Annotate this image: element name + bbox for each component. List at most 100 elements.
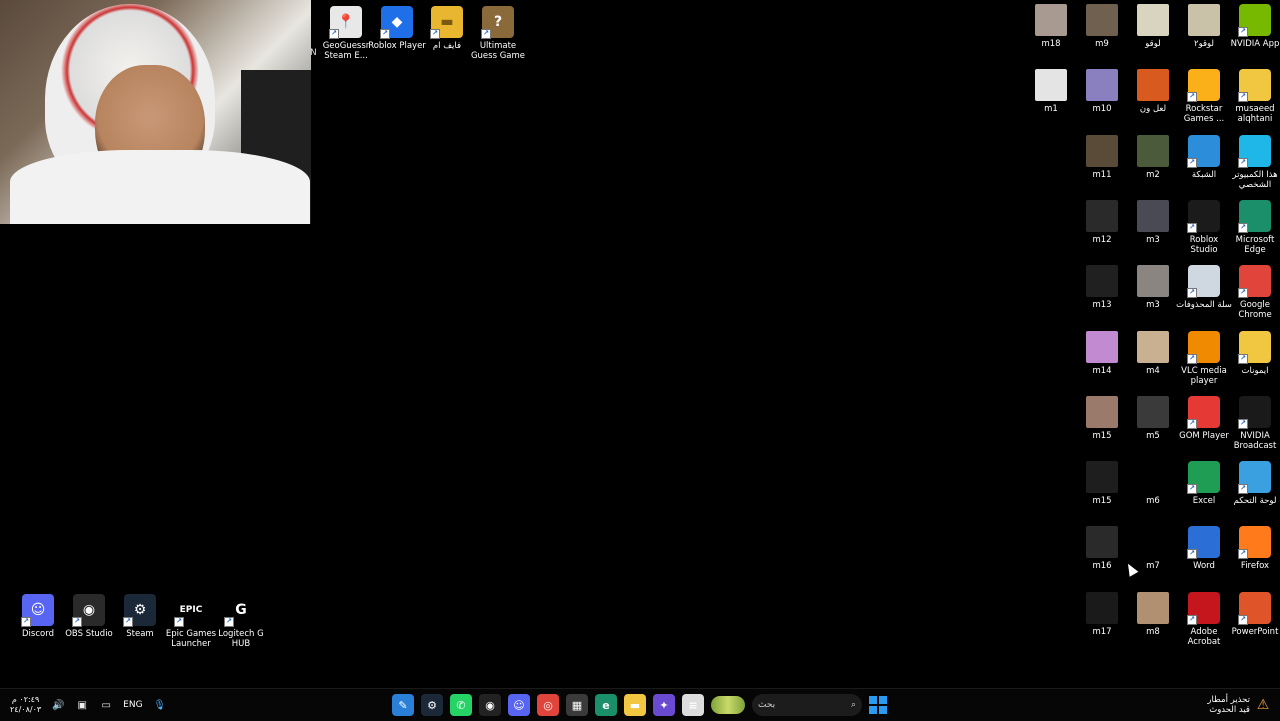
copilot-icon[interactable]: ✦ [653,694,675,716]
network-icon[interactable]: ▣ [75,698,89,712]
desktop-icon[interactable]: m13 [1073,265,1131,310]
microsoft-store-icon[interactable]: ▦ [566,694,588,716]
desktop-icon[interactable]: ↗ Microsoft Edge [1226,199,1280,255]
desktop-icon[interactable]: ↗ Google Chrome [1226,265,1280,320]
desktop-icon[interactable]: m2 [1124,134,1182,180]
start-pane-1 [869,696,877,704]
taskbar-search-box[interactable]: بحث ⌕ [752,694,862,716]
volume-icon[interactable]: 🔊 [51,698,65,712]
desktop-icon[interactable]: m5 [1124,395,1182,441]
desktop-icon[interactable]: m18 [1022,4,1080,49]
start-pane-2 [879,696,887,704]
notepad-icon[interactable]: ≡ [682,694,704,716]
microphone-icon[interactable]: 🎙 [153,698,167,712]
obs-studio-icon[interactable]: ◉ [479,694,501,716]
desktop-icon[interactable]: ↗ سلة المحذوفات [1175,265,1233,310]
desktop-icon[interactable]: m12 [1073,199,1131,245]
desktop-icon[interactable]: m16 [1073,526,1131,571]
desktop-icon-label: m12 [1092,234,1112,245]
desktop-icon[interactable]: m4 [1124,330,1182,376]
desktop-icon[interactable]: لوقو [1124,4,1182,49]
desktop-icon[interactable]: ◉ ↗ OBS Studio [60,594,118,639]
desktop-icon[interactable]: ↗ VLC media player [1175,330,1233,386]
desktop-icon[interactable]: ↗ Word [1175,526,1233,571]
whatsapp-icon[interactable]: ✆ [450,694,472,716]
desktop-icon-label: m1 [1044,104,1058,115]
desktop-icon[interactable]: 📍 ↗ GeoGuessr Steam E... [317,6,375,61]
weather-line1: تحذير أمطار [1207,695,1250,705]
desktop-icon[interactable]: ↗ هذا الكمبيوتر الشخصي [1226,134,1280,190]
desktop-icon-label: m13 [1092,300,1112,311]
file-explorer-icon[interactable]: ▬ [624,694,646,716]
shortcut-arrow-icon: ↗ [72,617,82,627]
discord-icon[interactable]: ☺ [508,694,530,716]
desktop-icon-label: لعل ون [1139,104,1167,115]
desktop-icon[interactable]: m14 [1073,330,1131,376]
desktop-icon[interactable]: m10 [1073,69,1131,114]
desktop-icon[interactable]: m15 [1073,395,1131,441]
desktop-icon[interactable]: ↗ Firefox [1226,526,1280,571]
desktop-icon-label: Adobe Acrobat [1187,626,1221,647]
language-indicator[interactable]: ENG [123,700,142,710]
shortcut-arrow-icon: ↗ [1187,222,1197,233]
desktop-icon[interactable]: G ↗ Logitech G HUB [212,594,270,649]
taskbar-widget-thumbnail[interactable] [711,696,745,714]
desktop-icon[interactable]: m3 [1124,199,1182,245]
desktop-icon[interactable]: لعل ون [1124,69,1182,114]
taskbar: ٠٢:٤٩ م ٢٤/٠٨/٠٣ 🔊 ▣ ▭ ENG 🎙 ✎ ⚙ ✆ ◉ ☺ ◎ ▦ e ▬ ✦ ≡… [0,688,1280,721]
desktop-icon[interactable]: ↗ الشبكة [1175,134,1233,180]
start-button[interactable] [869,696,887,714]
desktop-icon-label: لوحة التحكم [1233,496,1277,507]
battery-icon[interactable]: ▭ [99,698,113,712]
folder-icon: ▬ ↗ [430,6,463,39]
desktop-icon[interactable]: m9 [1073,4,1131,49]
desktop-icon[interactable]: ↗ Roblox Studio [1175,199,1233,255]
desktop-icon[interactable]: ⚙ ↗ Steam [111,594,169,639]
shortcut-arrow-icon: ↗ [1238,222,1248,233]
epic-games-icon: EPIC ↗ [174,594,207,627]
shortcut-arrow-icon: ↗ [1238,484,1248,495]
desktop-icon[interactable]: ↗ Adobe Acrobat [1175,591,1233,647]
desktop-icon[interactable]: ▬ ↗ فايف ام [418,6,476,51]
taskbar-weather[interactable]: تحذير أمطار قيد الحدوث ⚠ [1207,693,1270,717]
desktop-icon[interactable]: ↗ musaeed alqhtani [1226,69,1280,124]
desktop-icon[interactable]: m8 [1124,591,1182,637]
desktop-icon[interactable]: لوقو٢ [1175,4,1233,49]
desktop-icon[interactable]: ↗ PowerPoint [1226,591,1280,637]
taskbar-clock[interactable]: ٠٢:٤٩ م ٢٤/٠٨/٠٣ [10,695,41,715]
desktop-icon[interactable]: m6 [1124,461,1182,506]
geoguessr-icon: 📍 ↗ [329,6,362,39]
image-thumb-icon [1137,461,1169,494]
desktop-icon[interactable]: ↗ NVIDIA Broadcast [1226,395,1280,451]
obs-studio-icon: ◉ ↗ [72,594,105,627]
steam-icon[interactable]: ⚙ [421,694,443,716]
desktop-icon[interactable]: ↗ لوحة التحكم [1226,461,1280,506]
desktop-icon[interactable]: m1 [1022,69,1080,114]
control-panel-icon: ↗ [1238,461,1271,495]
desktop-icon[interactable]: ↗ ايمونات [1226,330,1280,376]
desktop-icon[interactable]: m15 [1073,461,1131,506]
image-thumb-icon [1188,4,1220,36]
image-thumb-icon [1137,265,1169,298]
desktop-icon[interactable]: ↗ Rockstar Games ... [1175,69,1233,124]
desktop-icon[interactable]: ↗ Excel [1175,461,1233,506]
desktop-icon[interactable]: m11 [1073,134,1131,180]
microsoft-edge-icon[interactable]: e [595,694,617,716]
desktop-icon[interactable]: ↗ GOM Player [1175,395,1233,441]
desktop-icon-label: m7 [1146,561,1160,572]
shortcut-arrow-icon: ↗ [1187,484,1197,495]
desktop-icon-label: m15 [1092,430,1112,441]
shortcut-arrow-icon: ↗ [1187,92,1197,103]
shortcut-arrow-icon: ↗ [174,617,184,627]
desktop-icon-label: VLC media player [1181,365,1227,386]
desktop-icon-label: Microsoft Edge [1235,234,1275,255]
desktop-icon[interactable]: ☺ ↗ Discord [9,594,67,639]
desktop-icon-label: m17 [1092,626,1112,637]
google-chrome-icon[interactable]: ◎ [537,694,559,716]
desktop-icon[interactable]: m3 [1124,265,1182,310]
desktop-icon[interactable]: ↗ NVIDIA App [1226,4,1280,49]
image-thumb-icon [1137,591,1169,624]
desktop-icon[interactable]: m17 [1073,591,1131,637]
app-icon[interactable]: ✎ [392,694,414,716]
desktop-icon[interactable]: ? ↗ Ultimate Guess Game [469,6,527,61]
